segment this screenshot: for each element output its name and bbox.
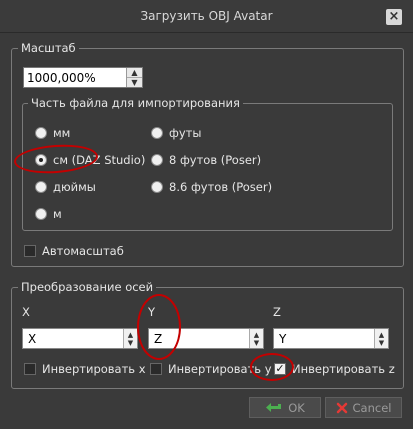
scale-value: 1000,000%	[27, 71, 96, 85]
radio-8-6ft-poser[interactable]: 8.6 футов (Poser)	[151, 180, 272, 194]
radio-mm-label: мм	[53, 126, 71, 140]
updown-arrows-icon: ▲ ▼	[249, 329, 263, 348]
axis-y-select-value: Z	[154, 332, 163, 346]
invert-y-label: Инвертировать y	[168, 362, 272, 376]
radio-cm-label: см (DAZ Studio)	[53, 153, 146, 167]
radio-8ft-poser-label: 8 футов (Poser)	[169, 153, 262, 167]
invert-z-box[interactable]: ✓	[274, 363, 286, 375]
radio-mm-indicator[interactable]	[35, 127, 47, 139]
radio-inches-label: дюймы	[53, 180, 96, 194]
scale-legend: Масштаб	[18, 41, 79, 55]
radio-inches-indicator[interactable]	[35, 181, 47, 193]
cancel-label: Cancel	[352, 400, 392, 415]
axes-legend: Преобразование осей	[18, 280, 157, 294]
radio-feet[interactable]: футы	[151, 126, 201, 140]
spin-down-arrow-icon[interactable]: ▼	[127, 78, 142, 87]
autoscale-label: Автомасштаб	[42, 244, 124, 258]
invert-y-checkbox[interactable]: Инвертировать y	[150, 362, 272, 376]
window-title: Загрузить OBJ Avatar	[140, 9, 273, 23]
axis-z-select-value: Y	[279, 332, 287, 346]
invert-x-label: Инвертировать x	[42, 362, 146, 376]
axis-z-label: Z	[273, 305, 281, 319]
autoscale-box[interactable]	[24, 245, 36, 257]
invert-y-box[interactable]	[150, 363, 162, 375]
radio-8-6ft-poser-label: 8.6 футов (Poser)	[169, 180, 273, 194]
invert-x-box[interactable]	[24, 363, 36, 375]
radio-inches[interactable]: дюймы	[35, 180, 96, 194]
updown-arrows-icon: ▲ ▼	[374, 329, 388, 348]
title-bar: Загрузить OBJ Avatar ×	[0, 0, 413, 33]
cancel-x-icon	[336, 402, 347, 413]
radio-8ft-poser[interactable]: 8 футов (Poser)	[151, 153, 261, 167]
spin-buttons: ▲ ▼	[126, 68, 142, 87]
ok-label: OK	[288, 400, 305, 415]
ok-button[interactable]: OK	[249, 397, 321, 418]
radio-m[interactable]: м	[35, 207, 62, 221]
radio-feet-indicator[interactable]	[151, 127, 163, 139]
import-part-legend: Часть файла для импортирования	[28, 96, 243, 110]
radio-8ft-poser-indicator[interactable]	[151, 154, 163, 166]
radio-8-6ft-poser-indicator[interactable]	[151, 181, 163, 193]
axis-x-select[interactable]: X ▲ ▼	[22, 328, 138, 349]
radio-cm[interactable]: см (DAZ Studio)	[35, 153, 145, 167]
radio-m-indicator[interactable]	[35, 208, 47, 220]
invert-z-checkbox[interactable]: ✓ Инвертировать z	[274, 362, 395, 376]
axis-y-label: Y	[148, 305, 156, 319]
axis-x-select-value: X	[28, 332, 37, 346]
axis-z-select[interactable]: Y ▲ ▼	[273, 328, 389, 349]
cancel-button[interactable]: Cancel	[325, 397, 402, 418]
import-part-group: Часть файла для импортирования	[22, 96, 393, 231]
radio-mm[interactable]: мм	[35, 126, 70, 140]
scale-spinbox[interactable]: 1000,000% ▲ ▼	[23, 67, 143, 88]
radio-feet-label: футы	[169, 126, 202, 140]
invert-x-checkbox[interactable]: Инвертировать x	[24, 362, 146, 376]
ok-arrow-icon	[266, 402, 282, 412]
radio-cm-indicator[interactable]	[35, 154, 47, 166]
spin-up-arrow-icon[interactable]: ▲	[127, 68, 142, 78]
autoscale-checkbox[interactable]: Автомасштаб	[24, 244, 124, 258]
axis-x-label: X	[22, 305, 30, 319]
invert-z-label: Инвертировать z	[292, 362, 395, 376]
axis-y-select[interactable]: Z ▲ ▼	[148, 328, 264, 349]
updown-arrows-icon: ▲ ▼	[123, 329, 137, 348]
close-button[interactable]: ×	[386, 9, 402, 25]
close-icon: ×	[388, 9, 400, 24]
radio-m-label: м	[53, 207, 62, 221]
